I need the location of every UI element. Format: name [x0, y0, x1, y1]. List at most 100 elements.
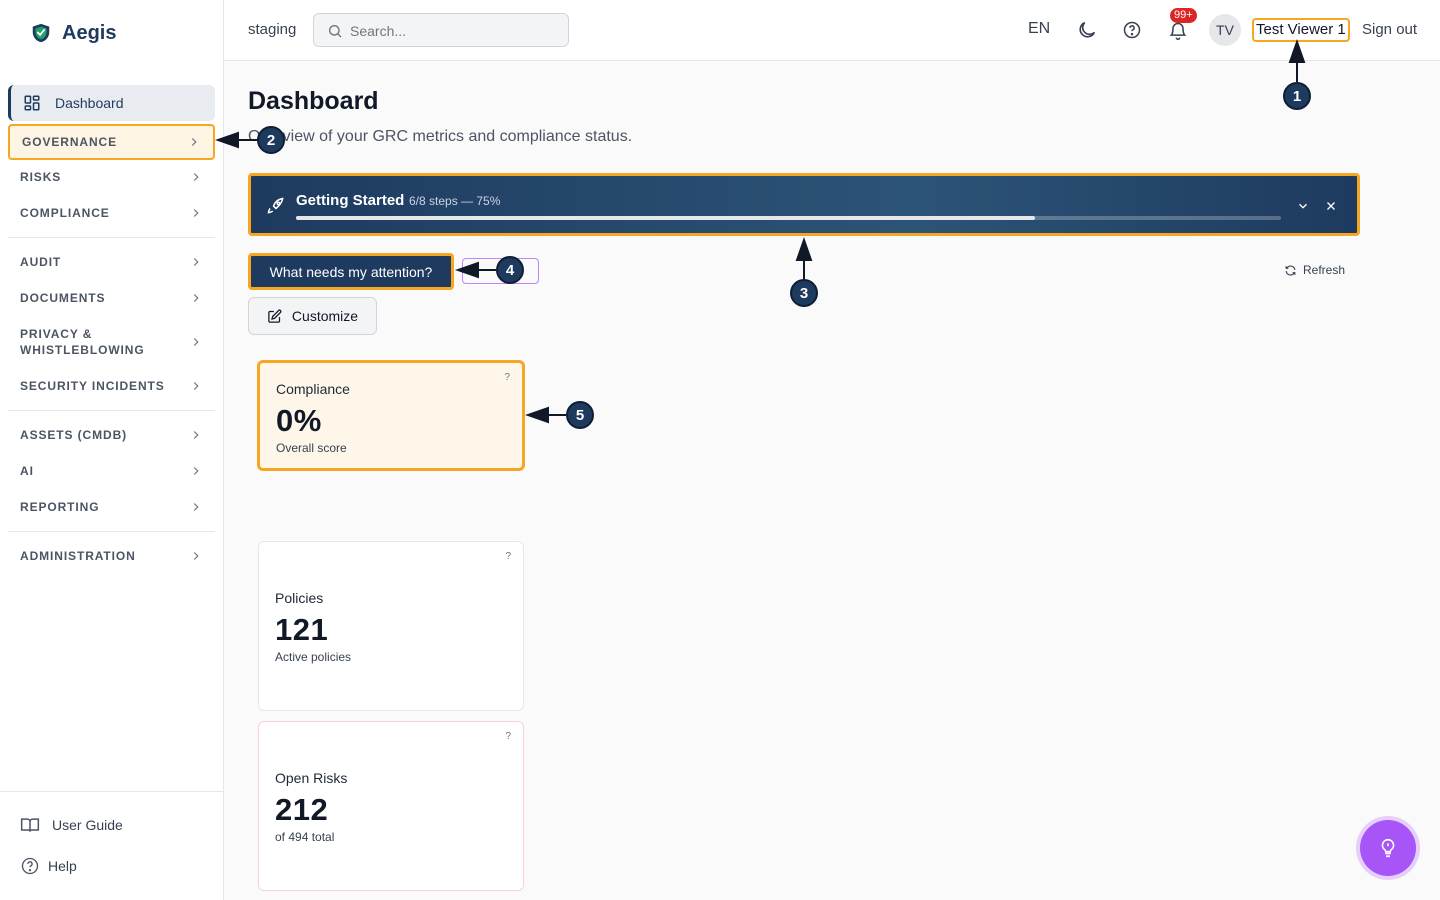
chevron-down-icon[interactable]: [1296, 199, 1310, 213]
chevron-right-icon: [191, 138, 197, 146]
card-value: 0%: [276, 403, 322, 438]
sidebar-nav: Dashboard GOVERNANCE RISKS COMPLIANCE AU…: [8, 85, 215, 563]
rocket-icon: [267, 197, 284, 214]
card-label: Policies: [275, 590, 324, 606]
annotation-marker-5: 5: [566, 401, 594, 429]
sidebar-item-dashboard[interactable]: Dashboard: [8, 85, 215, 121]
card-label: Compliance: [276, 381, 350, 397]
section-label: AI: [20, 464, 34, 478]
refresh-button[interactable]: Refresh: [1284, 263, 1345, 277]
annotation-marker-3: 3: [790, 279, 818, 307]
sidebar-section-reporting[interactable]: REPORTING: [8, 489, 215, 525]
lightbulb-icon: [1381, 838, 1395, 858]
sidebar-section-documents[interactable]: DOCUMENTS: [8, 280, 215, 316]
environment-label: staging: [248, 21, 297, 38]
card-subtext: Overall score: [276, 441, 347, 455]
chevron-right-icon: [193, 209, 199, 217]
chevron-right-icon: [193, 294, 199, 302]
sidebar: Aegis Dashboard GOVERNANCE RISKS COMPLIA…: [0, 0, 224, 900]
sign-out-link[interactable]: Sign out: [1362, 21, 1417, 38]
section-label: SECURITY INCIDENTS: [20, 379, 165, 393]
section-label: RISKS: [20, 170, 62, 184]
language-switch[interactable]: EN: [1028, 20, 1050, 38]
section-label: COMPLIANCE: [20, 206, 110, 220]
edit-icon: [268, 309, 282, 323]
brand-name: Aegis: [62, 21, 117, 44]
help-circle-icon[interactable]: [1122, 20, 1142, 40]
annotation-marker-1: 1: [1283, 82, 1311, 110]
assistant-fab[interactable]: [1360, 820, 1416, 876]
chevron-right-icon: [193, 431, 199, 439]
progress-fill: [296, 216, 1035, 220]
close-icon[interactable]: [1324, 199, 1338, 213]
user-guide-link[interactable]: User Guide: [20, 815, 123, 835]
sidebar-section-risks[interactable]: RISKS: [8, 159, 215, 195]
divider: [8, 237, 215, 238]
section-label: ASSETS (CMDB): [20, 428, 128, 442]
sidebar-section-security-incidents[interactable]: SECURITY INCIDENTS: [8, 368, 215, 404]
annotation-marker-2: 2: [257, 126, 285, 154]
page-subtitle: Overview of your GRC metrics and complia…: [248, 128, 633, 145]
user-name[interactable]: Test Viewer 1: [1252, 18, 1350, 42]
sidebar-section-administration[interactable]: ADMINISTRATION: [8, 538, 215, 574]
getting-started-title: Getting Started: [296, 192, 405, 209]
user-guide-label: User Guide: [52, 817, 123, 833]
customize-button[interactable]: Customize: [248, 297, 377, 335]
sidebar-item-label: Dashboard: [55, 95, 124, 111]
sidebar-section-audit[interactable]: AUDIT: [8, 244, 215, 280]
divider: [8, 531, 215, 532]
sidebar-section-assets[interactable]: ASSETS (CMDB): [8, 417, 215, 453]
section-label-line2: WHISTLEBLOWING: [20, 343, 145, 357]
help-tooltip-icon[interactable]: ?: [504, 372, 510, 383]
refresh-icon: [1285, 265, 1296, 275]
help-circle-icon: [21, 857, 39, 875]
card-value: 121: [275, 612, 329, 647]
chevron-right-icon: [193, 173, 199, 181]
card-value: 212: [275, 792, 329, 827]
card-subtext: Active policies: [275, 650, 352, 664]
avatar[interactable]: TV: [1209, 14, 1241, 46]
section-label: AUDIT: [20, 255, 62, 269]
book-icon: [20, 818, 40, 832]
help-label: Help: [48, 858, 77, 874]
chevron-right-icon: [193, 503, 199, 511]
getting-started-banner[interactable]: Getting Started 6/8 steps — 75%: [248, 173, 1360, 236]
customize-label: Customize: [291, 308, 359, 324]
section-label-line1: PRIVACY &: [20, 327, 93, 341]
bell-icon[interactable]: [1168, 21, 1188, 41]
help-link[interactable]: Help: [20, 856, 77, 876]
sidebar-section-privacy[interactable]: PRIVACY & WHISTLEBLOWING: [8, 319, 215, 365]
getting-started-steps: 6/8 steps — 75%: [409, 194, 501, 208]
help-tooltip-icon[interactable]: ?: [505, 551, 511, 562]
sidebar-section-compliance[interactable]: COMPLIANCE: [8, 195, 215, 231]
search-icon: [329, 25, 342, 38]
chevron-right-icon: [193, 382, 199, 390]
section-label: REPORTING: [20, 500, 100, 514]
divider: [8, 410, 215, 411]
help-tooltip-icon[interactable]: ?: [505, 731, 511, 742]
sidebar-section-ai[interactable]: AI: [8, 453, 215, 489]
policies-card[interactable]: ? Policies 121 Active policies: [258, 541, 524, 711]
shield-logo-icon: [32, 23, 50, 43]
section-label: PRIVACY & WHISTLEBLOWING: [20, 326, 145, 358]
search-input[interactable]: [350, 21, 550, 41]
search-box[interactable]: [313, 13, 569, 47]
notification-badge: 99+: [1170, 8, 1197, 23]
moon-icon[interactable]: [1076, 19, 1098, 41]
section-label: ADMINISTRATION: [20, 549, 136, 563]
attention-button[interactable]: What needs my attention?: [248, 253, 454, 290]
brand[interactable]: Aegis: [30, 20, 116, 46]
annotation-marker-4: 4: [496, 256, 524, 284]
section-label: GOVERNANCE: [22, 135, 118, 149]
page-title: Dashboard: [248, 87, 379, 115]
refresh-label: Refresh: [1303, 263, 1346, 277]
card-label: Open Risks: [275, 770, 348, 786]
sidebar-footer: [0, 791, 223, 792]
section-label: DOCUMENTS: [20, 291, 106, 305]
compliance-card[interactable]: ? Compliance 0% Overall score: [257, 360, 525, 471]
chevron-right-icon: [193, 338, 199, 346]
sidebar-section-governance[interactable]: GOVERNANCE: [8, 124, 215, 160]
chevron-right-icon: [193, 552, 199, 560]
open-risks-card[interactable]: ? Open Risks 212 of 494 total: [258, 721, 524, 891]
topbar: staging EN 99+ TV Test Viewer 1 Sign out: [224, 0, 1440, 61]
